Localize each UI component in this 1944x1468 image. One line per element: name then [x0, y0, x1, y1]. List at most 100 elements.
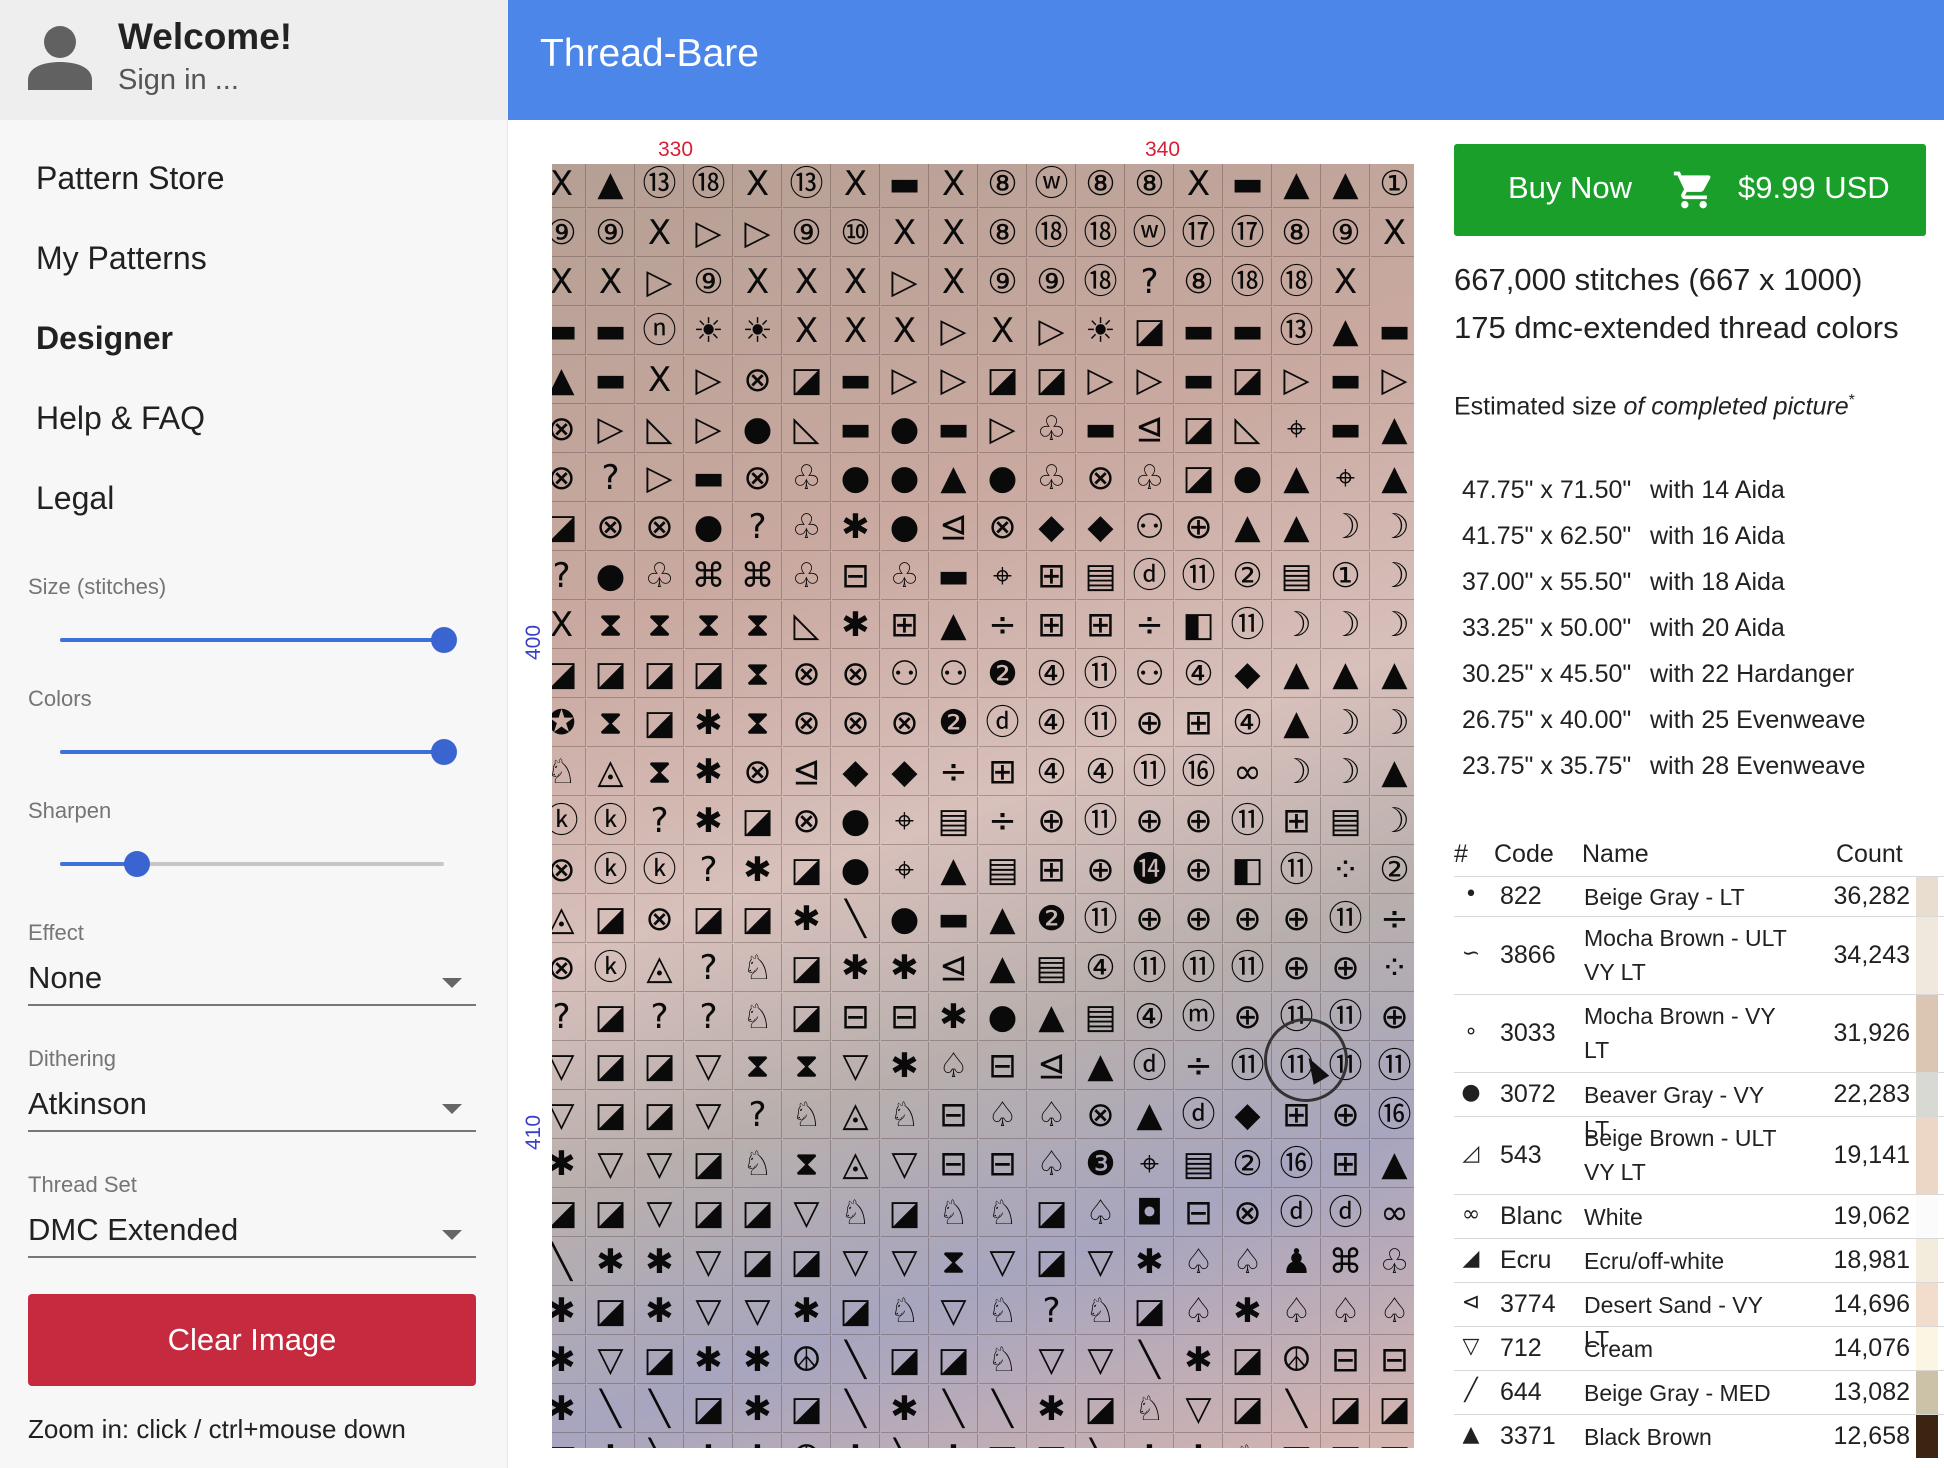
stitch-cell: ⊞ — [979, 748, 1027, 796]
stitch-cell: ♧ — [1028, 454, 1076, 502]
pattern-viewer[interactable]: 330 340 400 410 X ▲ ⑬ ⑱ X ⑬ X ▬ X ⑧ ⓦ ⑧ ⑧ X ▬ ▲ ▲ ① ⑨ ⑨ X ▷ ▷ ⑨… — [508, 120, 1438, 1468]
thread-row[interactable]: ● 3072 Beaver Gray - VY LT 22,283 — [1454, 1072, 1944, 1142]
nav-legal[interactable]: Legal — [36, 480, 114, 517]
thread-row[interactable]: ▲ 3371 Black Brown 12,658 — [1454, 1414, 1944, 1458]
size-slider[interactable] — [60, 627, 457, 653]
stitch-cell: ◬ — [636, 944, 684, 992]
stitch-cell: ⑯ — [1175, 748, 1223, 796]
stitch-cell: ⊗ — [832, 699, 880, 747]
nav-help-faq[interactable]: Help & FAQ — [36, 400, 205, 437]
buy-now-button[interactable]: Buy Now $9.99 USD — [1454, 144, 1926, 236]
stitch-cell: ◪ — [587, 1287, 635, 1335]
thread-row[interactable]: ◿ 543 Beige Brown - ULT VY LT 19,141 — [1454, 1116, 1944, 1194]
thread-row[interactable]: ◢ Ecru Ecru/off-white 18,981 — [1454, 1238, 1944, 1282]
stitch-cell: ⁘ — [1322, 846, 1370, 894]
thread-color-swatch — [1916, 1239, 1938, 1282]
stitch-cell: ☮ — [783, 1434, 831, 1448]
stitch-cell: ✱ — [587, 1238, 635, 1286]
sharpen-slider-thumb[interactable] — [123, 851, 150, 877]
est-emphasis: of completed picture — [1623, 392, 1849, 421]
user-panel[interactable]: Welcome! Sign in ... — [0, 0, 508, 120]
stitch-cell: ◪ — [636, 1042, 684, 1090]
stitch-cell: X — [930, 164, 978, 208]
thread-row[interactable]: • 822 Beige Gray - LT 36,282 — [1454, 876, 1944, 916]
stitch-cell: ? — [636, 797, 684, 845]
stitch-cell: ⑪ — [1175, 944, 1223, 992]
stitch-cell: X — [832, 258, 880, 306]
stitch-grid[interactable]: X ▲ ⑬ ⑱ X ⑬ X ▬ X ⑧ ⓦ ⑧ ⑧ X ▬ ▲ ▲ ① ⑨ ⑨ X ▷ ▷ ⑨ ⑩ X X ⑧ ⑱ ⑱ ⓦ ⑰ ⑰ ⑧ ⑨ X X X ▷ ⑨… — [552, 164, 1414, 1448]
thread-symbol: ∽ — [1461, 941, 1481, 966]
stitch-cell: ⓚ — [587, 944, 635, 992]
stitch-cell: ⊗ — [881, 699, 929, 747]
stitch-cell: ⊟ — [1322, 1336, 1370, 1384]
stitch-cell: ⊕ — [1126, 699, 1174, 747]
column-label-340: 340 — [1145, 138, 1181, 161]
stitch-cell: X — [930, 258, 978, 306]
stitch-cell: ▲ — [1322, 650, 1370, 698]
stitch-cell: ② — [1224, 1140, 1272, 1188]
stitch-cell: ✱ — [685, 1336, 733, 1384]
thread-row[interactable]: ╱ 644 Beige Gray - MED 13,082 — [1454, 1370, 1944, 1414]
nav-designer[interactable]: Designer — [36, 320, 173, 357]
stitch-cell: ☽ — [1322, 601, 1370, 649]
stitch-cell: ⑯ — [1371, 1091, 1414, 1139]
stitch-cell: ÷ — [979, 601, 1027, 649]
stitch-cell: ⌖ — [1322, 454, 1370, 502]
stitch-cell: ▬ — [832, 356, 880, 404]
stitch-cell: ▽ — [881, 1238, 929, 1286]
thread-row[interactable]: ∞ Blanc White 19,062 — [1454, 1194, 1944, 1238]
stitch-cell: ✱ — [881, 944, 929, 992]
stitch-cell: ▬ — [1224, 307, 1272, 355]
stitch-cell: ⑧ — [1077, 164, 1125, 208]
size-slider-thumb[interactable] — [431, 627, 457, 653]
dithering-value: Atkinson — [28, 1086, 147, 1121]
thread-set-select[interactable]: DMC Extended — [28, 1208, 476, 1258]
stitch-cell: ▽ — [1273, 1434, 1321, 1448]
stitch-cell: ◆ — [1224, 1091, 1272, 1139]
stitch-cell: ⑬ — [1273, 307, 1321, 355]
stitch-cell: ╲ — [1077, 1434, 1125, 1448]
stitch-cell: ⓚ — [636, 846, 684, 894]
dithering-select[interactable]: Atkinson — [28, 1082, 476, 1132]
thread-row[interactable]: ⊲ 3774 Desert Sand - VY LT 14,696 — [1454, 1282, 1944, 1352]
stitch-cell: ⊗ — [783, 699, 831, 747]
colors-slider-thumb[interactable] — [431, 739, 457, 765]
thread-row[interactable]: ∽ 3866 Mocha Brown - ULT VY LT 34,243 — [1454, 916, 1944, 994]
size-slider-fill — [60, 638, 444, 642]
sharpen-slider[interactable] — [60, 851, 444, 877]
stitch-cell: ♘ — [881, 1091, 929, 1139]
stitch-cell: ❸ — [1077, 1140, 1125, 1188]
stitch-cell: ÷ — [1371, 895, 1414, 943]
nav-pattern-store[interactable]: Pattern Store — [36, 160, 225, 197]
sign-in-link[interactable]: Sign in ... — [118, 64, 239, 97]
stitch-cell: ╲ — [930, 1385, 978, 1433]
clear-image-button[interactable]: Clear Image — [28, 1294, 476, 1386]
size-dimensions: 41.75" x 62.50" — [1462, 522, 1632, 550]
thread-row[interactable]: ∘ 3033 Mocha Brown - VY LT 31,926 — [1454, 994, 1944, 1072]
stitch-cell: ▤ — [1028, 944, 1076, 992]
stitch-cell: ◺ — [1224, 405, 1272, 453]
stitch-cell: ÷ — [1175, 1042, 1223, 1090]
stitch-cell: ▽ — [685, 1042, 733, 1090]
stitch-cell: ❷ — [1028, 895, 1076, 943]
stitch-cell: ♤ — [1224, 1238, 1272, 1286]
nav-my-patterns[interactable]: My Patterns — [36, 240, 207, 277]
stitch-cell: ▷ — [1126, 356, 1174, 404]
app-title[interactable]: Thread-Bare — [540, 32, 759, 76]
stitch-cell: ◪ — [734, 1189, 782, 1237]
stitch-cell: ✱ — [783, 895, 831, 943]
thread-symbol: ⊲ — [1461, 1290, 1481, 1315]
stitch-cell: ▽ — [979, 1238, 1027, 1286]
colors-slider[interactable] — [60, 739, 457, 765]
stitch-cell: ⑪ — [1126, 748, 1174, 796]
stitch-cell: ◪ — [1126, 307, 1174, 355]
size-fabric: with 25 Evenweave — [1650, 706, 1866, 734]
stitch-cell: ? — [552, 993, 586, 1041]
stitch-cell: ♤ — [979, 1091, 1027, 1139]
effect-select[interactable]: None — [28, 956, 476, 1006]
stitch-cell: ❷ — [930, 699, 978, 747]
sidebar: Welcome! Sign in ... Pattern Store My Pa… — [0, 0, 508, 1468]
stitch-cell: ⓓ — [1273, 1189, 1321, 1237]
thread-row[interactable]: ▽ 712 Cream 14,076 — [1454, 1326, 1944, 1370]
stitch-cell: ⊗ — [783, 797, 831, 845]
